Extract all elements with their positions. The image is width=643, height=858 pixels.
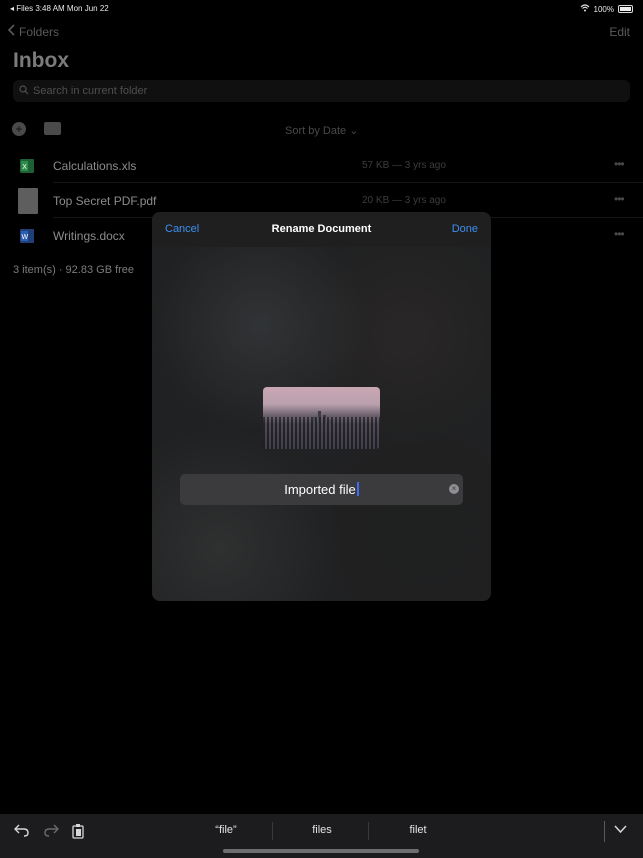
file-meta: 20 KB — 3 yrs ago: [362, 195, 446, 206]
status-bar: ◂ Files 3:48 AM Mon Jun 22 100%: [0, 0, 643, 16]
folder-info: 3 item(s) · 92.83 GB free: [13, 264, 135, 276]
folder-toolbar: + Sort by Date ⌄: [0, 118, 643, 142]
search-input[interactable]: Search in current folder: [13, 80, 630, 102]
file-name: Top Secret PDF.pdf: [53, 194, 157, 208]
rename-dialog: Cancel Rename Document Done Imported fil…: [152, 212, 491, 601]
suggestion-3[interactable]: filet: [370, 824, 466, 836]
sort-label: Sort by Date: [285, 125, 347, 137]
file-meta: 57 KB — 3 yrs ago: [362, 160, 446, 171]
add-icon[interactable]: +: [12, 122, 26, 136]
status-left-text: ◂ Files 3:48 AM Mon Jun 22: [10, 4, 109, 13]
sort-button[interactable]: Sort by Date ⌄: [285, 124, 358, 137]
new-folder-icon[interactable]: [44, 122, 61, 135]
document-thumbnail: [263, 387, 380, 449]
filename-field[interactable]: Imported file ×: [180, 474, 463, 505]
filename-value: Imported file: [284, 482, 356, 497]
wifi-icon: [580, 4, 590, 14]
suggestion-1[interactable]: “file”: [178, 824, 274, 836]
text-caret: [356, 482, 359, 496]
search-icon: [19, 84, 29, 98]
search-placeholder: Search in current folder: [33, 85, 148, 97]
more-icon[interactable]: •••: [614, 157, 625, 171]
file-name: Calculations.xls: [53, 159, 137, 173]
pdf-icon: [18, 188, 38, 214]
chevron-down-icon: ⌄: [349, 125, 359, 137]
page-title: Inbox: [13, 49, 69, 72]
divider: [53, 182, 643, 183]
chevron-left-icon: [7, 24, 15, 39]
home-indicator: [223, 849, 419, 853]
divider: [368, 822, 369, 840]
divider: [604, 821, 605, 842]
excel-icon: X: [18, 157, 36, 175]
redo-icon[interactable]: [43, 823, 59, 840]
battery-percent: 100%: [593, 4, 614, 14]
back-label: Folders: [19, 24, 60, 39]
back-button[interactable]: Folders: [7, 24, 60, 39]
status-right: 100%: [580, 4, 633, 14]
more-icon[interactable]: •••: [614, 227, 625, 241]
file-name: Writings.docx: [53, 229, 125, 243]
more-icon[interactable]: •••: [614, 192, 625, 206]
undo-icon[interactable]: [14, 823, 30, 840]
list-item[interactable]: X Calculations.xls 57 KB — 3 yrs ago •••: [0, 149, 643, 183]
word-icon: W: [18, 227, 36, 245]
svg-text:W: W: [22, 234, 29, 241]
dialog-header: Cancel Rename Document Done: [152, 212, 491, 247]
hide-keyboard-icon[interactable]: [614, 822, 627, 837]
svg-text:X: X: [22, 164, 27, 171]
suggestion-2[interactable]: files: [274, 824, 370, 836]
clear-icon[interactable]: ×: [449, 484, 459, 494]
dialog-title: Rename Document: [271, 223, 372, 235]
divider: [272, 822, 273, 840]
paste-icon[interactable]: [71, 823, 85, 842]
edit-button[interactable]: Edit: [609, 25, 630, 39]
done-button[interactable]: Done: [452, 223, 478, 235]
dialog-body: Imported file ×: [152, 247, 491, 601]
battery-icon: [618, 5, 633, 13]
